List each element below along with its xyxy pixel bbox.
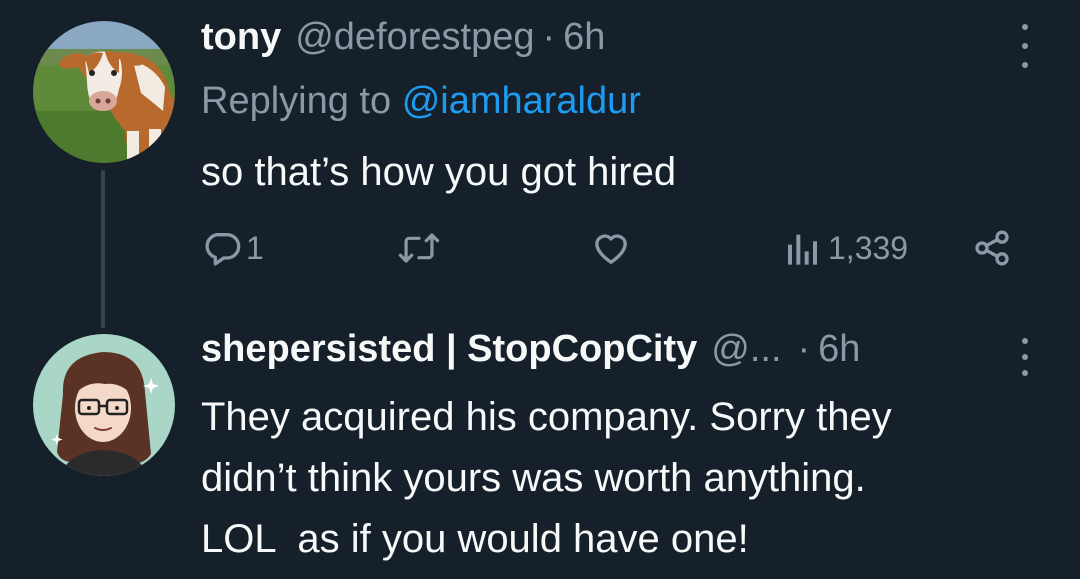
retweet-icon xyxy=(398,233,440,263)
tweet-text-line: LOL as if you would have one! xyxy=(201,517,749,561)
timestamp[interactable]: 6h xyxy=(818,328,860,371)
share-icon xyxy=(975,230,1009,266)
replying-to-handle[interactable]: @iamharaldur xyxy=(402,80,641,122)
avatar-tony[interactable] xyxy=(33,21,175,163)
like-icon xyxy=(595,234,627,264)
views-icon xyxy=(788,234,817,265)
retweet-button[interactable] xyxy=(398,228,440,268)
views-button[interactable]: 1,339 xyxy=(786,228,908,268)
timestamp[interactable]: 6h xyxy=(563,16,605,59)
action-bar: 1 1,339 xyxy=(0,228,1080,274)
username[interactable]: @deforestpeg xyxy=(295,16,534,59)
username[interactable]: @... xyxy=(711,328,781,371)
reply-icon xyxy=(205,233,241,266)
tweet-text-line: didn’t think yours was worth anything. xyxy=(201,456,866,500)
separator-dot: · xyxy=(797,328,811,370)
like-button[interactable] xyxy=(590,228,632,268)
display-name[interactable]: tony xyxy=(201,16,281,59)
separator-dot: · xyxy=(542,16,556,58)
tweet-header: tony @deforestpeg · 6h xyxy=(201,16,605,59)
tweet-text: They acquired his company. Sorry they di… xyxy=(201,387,1041,570)
replying-to: Replying to @iamharaldur xyxy=(201,80,641,123)
views-count: 1,339 xyxy=(828,229,909,266)
reply-count: 1 xyxy=(246,229,264,266)
share-button[interactable] xyxy=(972,228,1012,268)
display-name[interactable]: shepersisted | StopCopCity xyxy=(201,328,697,371)
tweet-header: shepersisted | StopCopCity @... · 6h xyxy=(201,328,860,371)
illustrated-woman-avatar-image xyxy=(33,334,175,476)
tweet-text-line: They acquired his company. Sorry they xyxy=(201,395,892,439)
more-icon[interactable] xyxy=(1015,24,1035,68)
reply-button[interactable]: 1 xyxy=(202,228,264,268)
tweet-shepersisted[interactable]: shepersisted | StopCopCity @... · 6h The… xyxy=(0,320,1080,579)
replying-to-label: Replying to xyxy=(201,80,392,122)
avatar-shepersisted[interactable] xyxy=(33,334,175,476)
tweet-tony[interactable]: tony @deforestpeg · 6h Replying to @iamh… xyxy=(0,0,1080,328)
cow-avatar-image xyxy=(33,21,175,163)
more-icon[interactable] xyxy=(1015,338,1035,376)
tweet-text: so that’s how you got hired xyxy=(201,150,677,194)
